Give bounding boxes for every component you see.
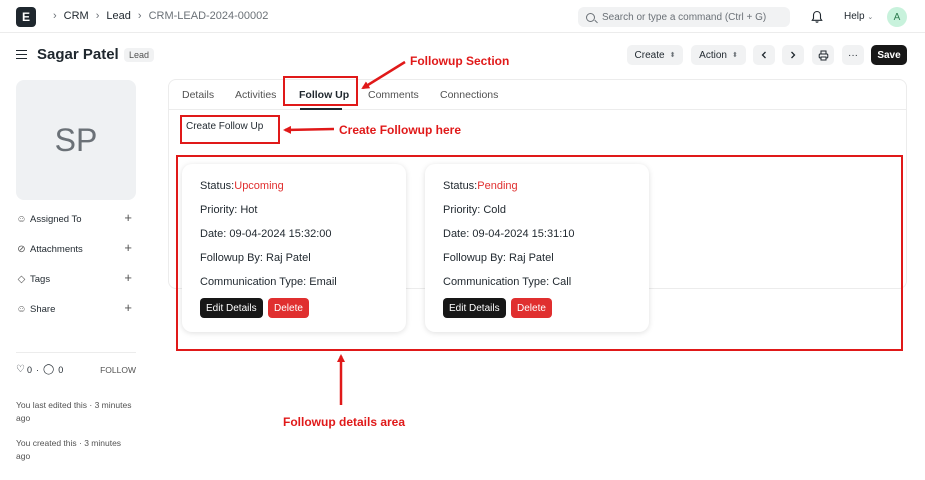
social-bar: ♡ 0 · ◯ 0 FOLLOW <box>16 364 136 375</box>
sidebar-item-assigned-to[interactable]: ☺ Assigned To + <box>16 210 136 227</box>
up-down-caret-icon: ⬍ <box>731 52 738 59</box>
save-button[interactable]: Save <box>871 45 907 65</box>
chevron-right-icon: › <box>95 10 100 22</box>
breadcrumb: › CRM › Lead › CRM-LEAD-2024-00002 <box>46 10 268 22</box>
chevron-right-icon: › <box>53 10 57 22</box>
sidebar-item-tags[interactable]: ◇ Tags + <box>16 270 136 287</box>
annotation-followup-section: Followup Section <box>410 54 510 68</box>
sidebar-divider <box>16 352 136 353</box>
sidebar-item-share[interactable]: ☺ Share + <box>16 300 136 317</box>
tab-comments[interactable]: Comments <box>368 89 419 101</box>
page-title: Sagar Patel <box>37 46 119 63</box>
created-note: You created this · 3 minutes ago <box>16 438 122 461</box>
next-record-button[interactable] <box>782 45 804 65</box>
comment-icon[interactable]: ◯ <box>43 364 54 375</box>
more-actions-button[interactable]: ··· <box>842 45 864 65</box>
search-placeholder: Search or type a command (Ctrl + G) <box>602 11 767 23</box>
help-label: Help <box>844 11 865 22</box>
form-tabs: Details Activities Follow Up Comments Co… <box>168 80 907 110</box>
tag-icon: ◇ <box>17 273 26 285</box>
sidebar-item-attachments[interactable]: ⊘ Attachments + <box>16 240 136 257</box>
breadcrumb-current: CRM-LEAD-2024-00002 <box>148 10 269 22</box>
tab-connections[interactable]: Connections <box>440 89 498 101</box>
chevron-right-icon <box>791 51 796 59</box>
annotation-box-details-area <box>176 155 903 351</box>
chevron-right-icon: › <box>137 10 142 22</box>
tab-details[interactable]: Details <box>182 89 214 101</box>
last-edited-note: You last edited this · 3 minutes ago <box>16 400 132 423</box>
follow-button[interactable]: FOLLOW <box>100 365 136 375</box>
more-icon: ··· <box>848 49 858 61</box>
plus-icon[interactable]: + <box>124 210 132 225</box>
hamburger-icon[interactable] <box>16 50 27 59</box>
prev-record-button[interactable] <box>753 45 775 65</box>
print-button[interactable] <box>812 45 834 65</box>
help-menu[interactable]: Help ⌄ <box>844 11 873 22</box>
chevron-down-icon: ⌄ <box>867 14 874 21</box>
breadcrumb-crm[interactable]: CRM <box>64 10 89 22</box>
paperclip-icon: ⊘ <box>17 243 26 255</box>
annotation-details-area: Followup details area <box>283 415 406 429</box>
sidebar-item-label: Share <box>30 303 56 315</box>
sidebar-item-label: Attachments <box>30 243 83 255</box>
breadcrumb-lead[interactable]: Lead <box>106 10 130 22</box>
annotation-create-followup: Create Followup here <box>339 123 462 137</box>
annotation-box-create-followup <box>180 115 280 144</box>
user-plus-icon: ☺ <box>16 213 27 225</box>
tab-activities[interactable]: Activities <box>235 89 276 101</box>
like-count: 0 <box>26 364 32 375</box>
chevron-left-icon <box>761 51 766 59</box>
annotation-box-followup-tab <box>283 76 358 106</box>
share-icon: ☺ <box>16 303 27 315</box>
bell-icon[interactable] <box>810 10 824 24</box>
app-logo[interactable]: E <box>16 7 36 27</box>
plus-icon[interactable]: + <box>124 300 132 315</box>
printer-icon <box>818 50 828 60</box>
top-navbar: E › CRM › Lead › CRM-LEAD-2024-00002 Sea… <box>0 0 925 33</box>
separator-dot: · <box>35 364 39 375</box>
doctype-badge: Lead <box>124 48 155 62</box>
plus-icon[interactable]: + <box>124 240 132 255</box>
comment-count: 0 <box>58 364 64 375</box>
create-label: Create <box>634 49 665 61</box>
create-button[interactable]: Create ⬍ <box>627 45 683 65</box>
up-down-caret-icon: ⬍ <box>669 52 676 59</box>
action-button[interactable]: Action ⬍ <box>691 45 746 65</box>
search-icon <box>586 12 595 22</box>
active-tab-indicator <box>300 108 342 110</box>
lead-avatar[interactable]: SP <box>16 80 136 200</box>
action-label: Action <box>699 49 727 61</box>
heart-icon[interactable]: ♡ <box>16 364 25 375</box>
sidebar-item-label: Assigned To <box>30 213 82 225</box>
sidebar-item-label: Tags <box>30 273 51 285</box>
plus-icon[interactable]: + <box>124 270 132 285</box>
search-input[interactable]: Search or type a command (Ctrl + G) <box>578 7 790 27</box>
user-avatar[interactable]: A <box>887 7 907 27</box>
